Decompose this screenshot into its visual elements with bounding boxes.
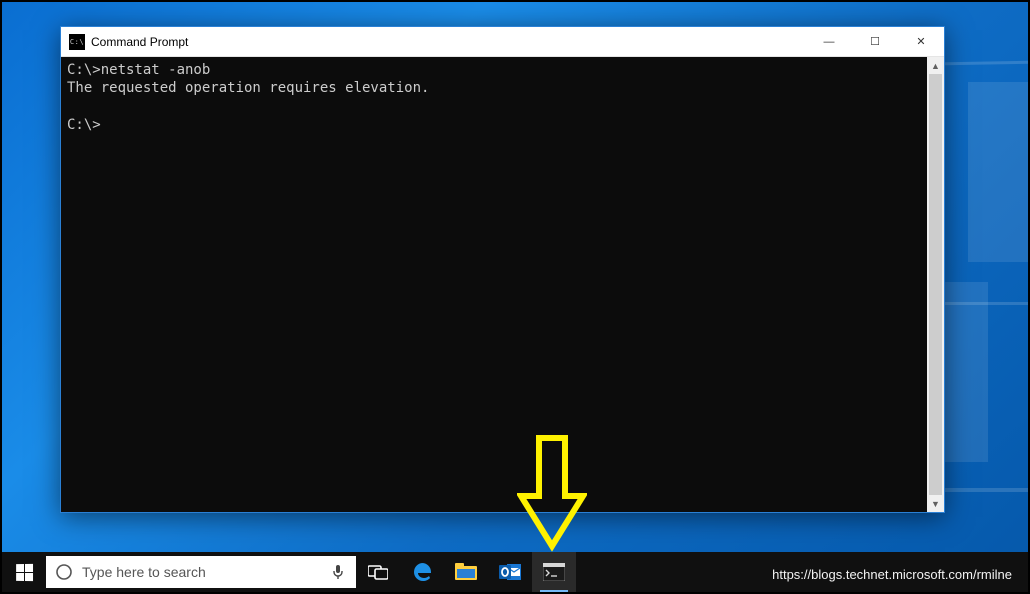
minimize-button[interactable]: — — [806, 27, 852, 57]
task-view-icon — [368, 564, 388, 580]
windows-logo-icon — [16, 563, 33, 580]
desktop: C:\ Command Prompt — ☐ ✕ C:\>netstat -an… — [2, 2, 1028, 592]
cmd-icon: C:\ — [69, 34, 85, 50]
microphone-icon[interactable] — [330, 564, 346, 580]
window-title: Command Prompt — [91, 35, 188, 49]
outlook-button[interactable] — [488, 552, 532, 592]
watermark-text: https://blogs.technet.microsoft.com/rmil… — [772, 567, 1012, 582]
bg-stripe — [968, 82, 1028, 262]
console-output[interactable]: C:\>netstat -anob The requested operatio… — [61, 57, 927, 512]
scroll-up-button[interactable]: ▲ — [927, 57, 944, 74]
scroll-track[interactable] — [927, 74, 944, 495]
search-placeholder: Type here to search — [82, 564, 330, 580]
maximize-button[interactable]: ☐ — [852, 27, 898, 57]
scroll-down-button[interactable]: ▼ — [927, 495, 944, 512]
search-box[interactable]: Type here to search — [46, 556, 356, 588]
start-button[interactable] — [2, 552, 46, 592]
cmd-taskbar-button[interactable] — [532, 552, 576, 592]
folder-icon — [455, 563, 477, 581]
file-explorer-button[interactable] — [444, 552, 488, 592]
scroll-thumb[interactable] — [929, 74, 942, 495]
edge-button[interactable] — [400, 552, 444, 592]
command-prompt-window[interactable]: C:\ Command Prompt — ☐ ✕ C:\>netstat -an… — [60, 26, 945, 513]
edge-icon — [411, 561, 433, 583]
task-view-button[interactable] — [356, 552, 400, 592]
scrollbar[interactable]: ▲ ▼ — [927, 57, 944, 512]
titlebar[interactable]: C:\ Command Prompt — ☐ ✕ — [61, 27, 944, 57]
outlook-icon — [499, 562, 521, 582]
cortana-icon — [54, 562, 74, 582]
cmd-taskbar-icon — [543, 563, 565, 581]
close-button[interactable]: ✕ — [898, 27, 944, 57]
